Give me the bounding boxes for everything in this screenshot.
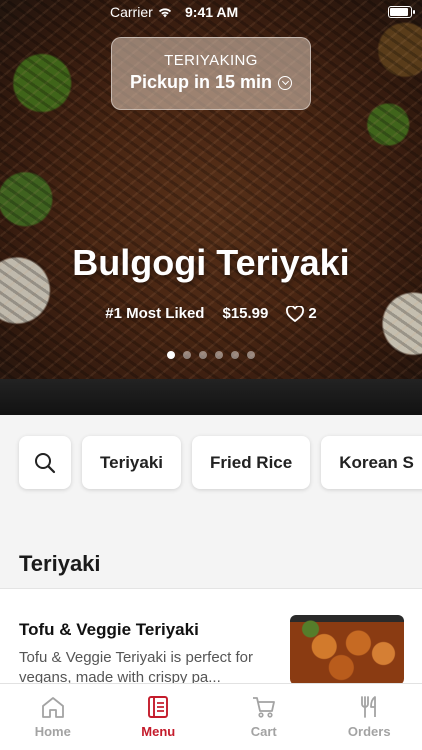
most-liked-badge: #1 Most Liked [105,305,205,322]
tab-label: Home [34,724,71,739]
tab-menu[interactable]: Menu [106,684,212,750]
search-icon [35,452,56,473]
tab-label: Orders [347,724,391,739]
section-heading: Teriyaki [19,551,101,576]
tab-label: Cart [250,724,277,739]
cart-icon [252,697,275,718]
carrier-label: Carrier [110,4,153,20]
featured-item-title: Bulgogi Teriyaki [72,242,350,283]
like-count: 2 [308,305,317,322]
pickup-time: Pickup in 15 min [129,72,273,92]
tab-label: Menu [141,724,176,739]
category-chip-korean[interactable]: Korean S [321,436,422,489]
menu-item-name: Tofu & Veggie Teriyaki [19,620,199,639]
menu-item-photo [290,615,404,683]
category-bar: Teriyaki Fried Rice Korean S [19,436,422,489]
battery-icon [388,6,415,18]
menu-item-card[interactable]: Tofu & Veggie Teriyaki Tofu & Veggie Ter… [0,588,422,683]
tab-home[interactable]: Home [0,684,106,750]
menu-icon [148,696,169,718]
pagination-dot[interactable] [247,351,255,359]
menu-item-description: Tofu & Veggie Teriyaki is perfect for ve… [19,649,254,683]
store-name: TERIYAKING [164,52,258,69]
tab-bar: Home Menu Cart Orders [0,683,422,750]
featured-price: $15.99 [222,305,269,322]
chevron-down-icon [278,75,293,90]
pagination-dot[interactable] [199,351,207,359]
pagination-dot[interactable] [215,351,223,359]
pagination-dot[interactable] [167,351,175,359]
tab-cart[interactable]: Cart [211,684,317,750]
like-button[interactable]: 2 [286,305,317,322]
status-time: 9:41 AM [185,4,239,20]
status-bar: Carrier 9:41 AM [0,0,422,24]
carousel-pagination[interactable] [0,351,422,359]
pickup-selector[interactable]: TERIYAKING Pickup in 15 min [111,37,311,110]
home-icon [41,697,64,718]
tab-orders[interactable]: Orders [317,684,422,750]
search-button[interactable] [19,436,71,489]
category-chip-teriyaki[interactable]: Teriyaki [82,436,182,489]
hero-banner[interactable]: Carrier 9:41 AM TERIYAKING Pickup in 15 … [0,0,422,415]
pagination-dot[interactable] [231,351,239,359]
category-chip-fried-rice[interactable]: Fried Rice [192,436,311,489]
wifi-icon [158,8,171,18]
heart-icon [286,305,305,322]
featured-item-meta: #1 Most Liked $15.99 2 [0,305,422,322]
utensils-icon [361,696,377,718]
pagination-dot[interactable] [183,351,191,359]
